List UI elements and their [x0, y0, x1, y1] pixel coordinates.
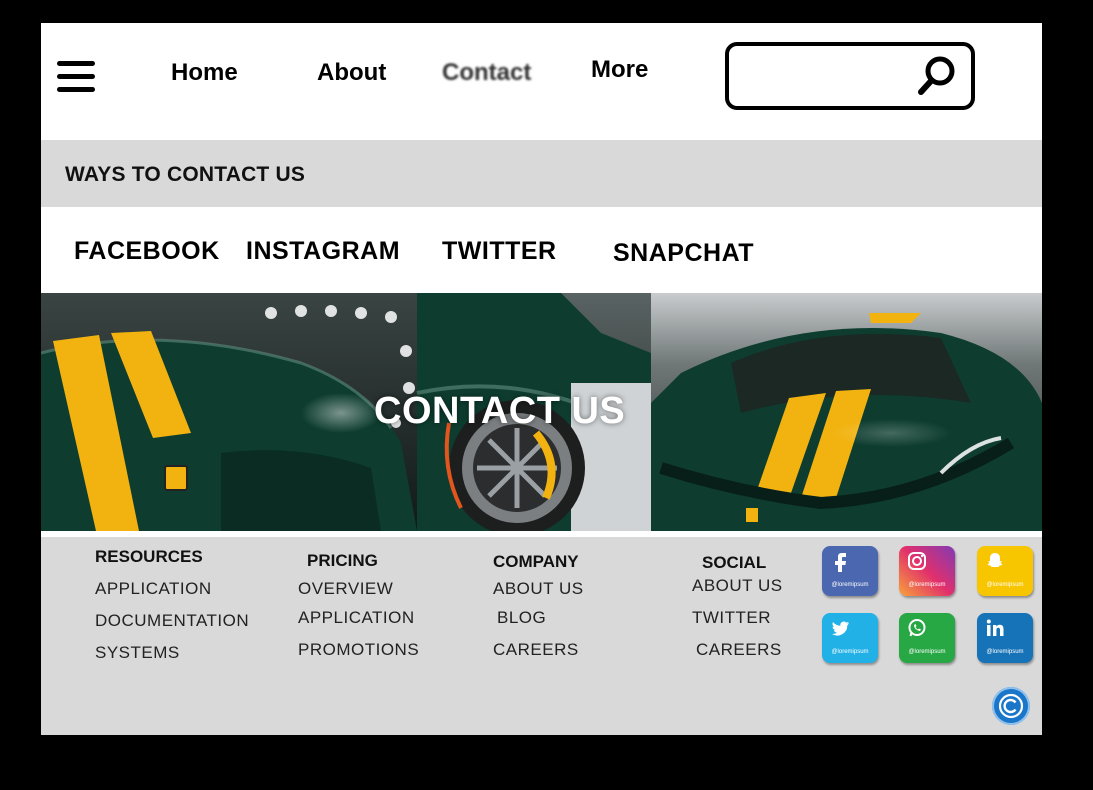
instagram-handle: @loremipsum	[908, 582, 946, 588]
whatsapp-button[interactable]: @loremipsum	[899, 613, 955, 663]
twitter-handle: @loremipsum	[831, 649, 869, 655]
search-input[interactable]	[741, 56, 915, 98]
social-link-twitter[interactable]: TWITTER	[692, 608, 771, 628]
snapchat-button[interactable]: @loremipsum	[977, 546, 1033, 596]
section-title: WAYS TO CONTACT US	[65, 163, 306, 186]
facebook-handle: @loremipsum	[831, 582, 869, 588]
nav-contact[interactable]: Contact	[442, 59, 531, 87]
pricing-link-promotions[interactable]: PROMOTIONS	[298, 640, 419, 660]
snapchat-icon	[987, 553, 1003, 567]
snapchat-link[interactable]: SNAPCHAT	[613, 239, 754, 268]
hero-title: CONTACT US	[374, 390, 626, 432]
social-links-row: FACEBOOK INSTAGRAM TWITTER SNAPCHAT	[41, 207, 1042, 293]
company-heading: COMPANY	[493, 552, 579, 571]
search-box	[725, 42, 975, 110]
resources-link-systems[interactable]: SYSTEMS	[95, 643, 180, 663]
resources-link-application[interactable]: APPLICATION	[95, 579, 212, 599]
search-icon[interactable]	[915, 54, 959, 98]
linkedin-handle: @loremipsum	[986, 649, 1024, 655]
instagram-link[interactable]: INSTAGRAM	[246, 237, 400, 266]
twitter-button[interactable]: @loremipsum	[822, 613, 878, 663]
facebook-icon	[835, 553, 846, 572]
linkedin-icon	[986, 619, 1004, 636]
facebook-button[interactable]: @loremipsum	[822, 546, 878, 596]
ways-bar: WAYS TO CONTACT US	[41, 140, 1042, 207]
twitter-link[interactable]: TWITTER	[442, 237, 557, 266]
company-link-about-us[interactable]: ABOUT US	[493, 579, 584, 599]
snapchat-handle: @loremipsum	[986, 582, 1024, 588]
whatsapp-handle: @loremipsum	[908, 649, 946, 655]
social-heading: SOCIAL	[702, 553, 767, 572]
nav-about[interactable]: About	[317, 59, 386, 87]
whatsapp-icon	[908, 619, 926, 637]
pricing-link-overview[interactable]: OVERVIEW	[298, 579, 393, 599]
resources-link-documentation[interactable]: DOCUMENTATION	[95, 611, 249, 631]
social-link-about-us[interactable]: ABOUT US	[692, 576, 783, 596]
copyright-icon	[998, 693, 1024, 719]
pricing-heading: PRICING	[307, 551, 378, 570]
top-nav: Home About Contact More	[41, 23, 1042, 140]
footer: RESOURCES APPLICATION DOCUMENTATION SYST…	[41, 537, 1042, 735]
company-link-blog[interactable]: BLOG	[497, 608, 546, 628]
hero-banner: CONTACT US	[41, 293, 1042, 531]
linkedin-button[interactable]: @loremipsum	[977, 613, 1033, 663]
instagram-button[interactable]: @loremipsum	[899, 546, 955, 596]
pricing-link-application[interactable]: APPLICATION	[298, 608, 415, 628]
facebook-link[interactable]: FACEBOOK	[74, 237, 220, 266]
copyright-button[interactable]	[992, 687, 1030, 725]
twitter-icon	[832, 621, 849, 636]
page: Home About Contact More WAYS TO CONTACT …	[41, 23, 1042, 735]
nav-home[interactable]: Home	[171, 59, 238, 87]
resources-heading: RESOURCES	[95, 547, 203, 566]
social-link-careers[interactable]: CAREERS	[696, 640, 782, 660]
nav-more[interactable]: More	[591, 56, 648, 84]
instagram-icon	[908, 552, 926, 570]
menu-icon[interactable]	[57, 61, 95, 93]
company-link-careers[interactable]: CAREERS	[493, 640, 579, 660]
